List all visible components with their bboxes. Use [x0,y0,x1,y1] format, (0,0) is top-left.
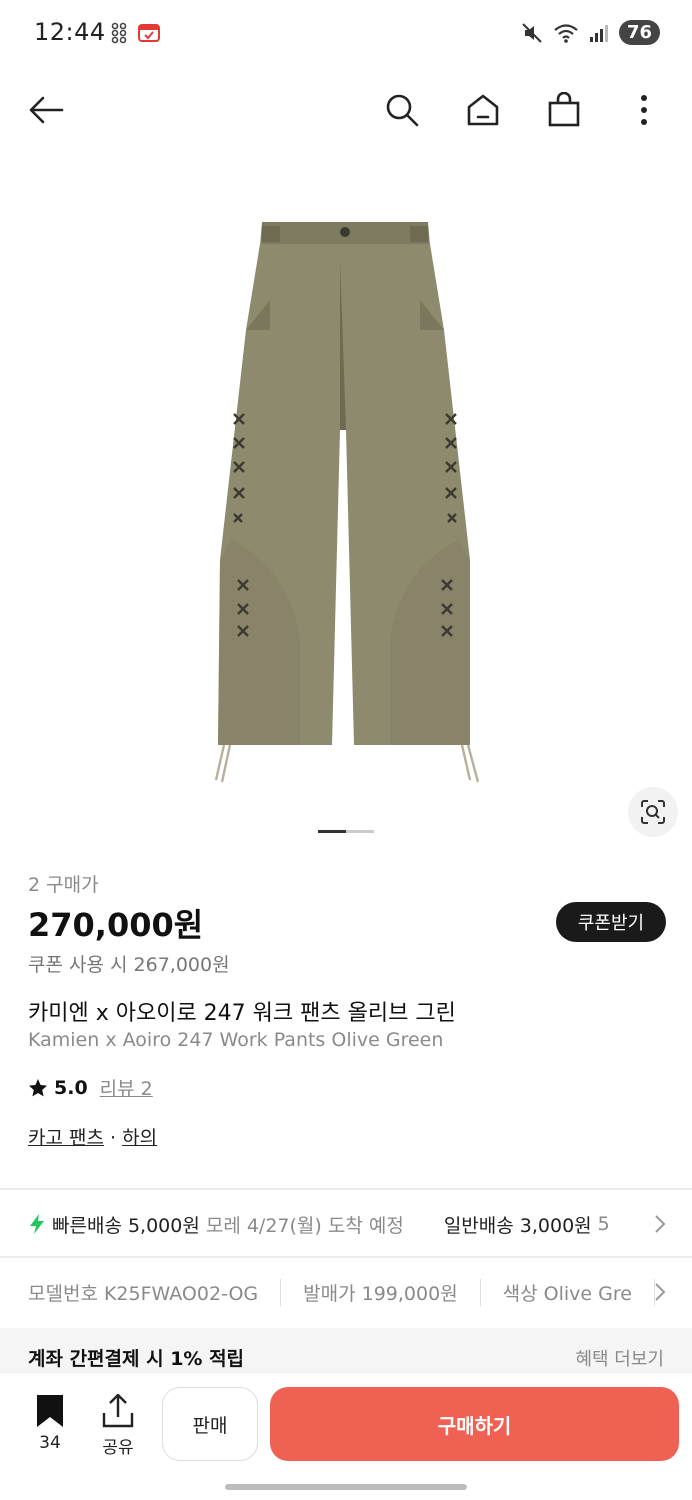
fast-shipping-label: 빠른배송 5,000원 [52,1214,200,1237]
bookmark-count: 34 [39,1433,61,1453]
cart-button[interactable] [540,86,588,134]
more-menu-button[interactable] [620,86,668,134]
sell-button[interactable]: 판매 [162,1387,258,1461]
carousel-dot-active [318,830,346,833]
lightning-bolt-icon [30,1214,44,1234]
product-price: 270,000원 [28,906,204,944]
home-indicator[interactable] [225,1484,467,1490]
image-search-button[interactable] [628,787,678,837]
spec-color: 색상 Olive Gre [481,1278,655,1306]
rating-value: 5.0 [54,1076,88,1099]
coupon-price: 쿠폰 사용 시 267,000원 [28,954,230,976]
purchase-count: 2 구매가 [28,874,99,896]
more-vertical-icon [641,95,647,125]
share-button[interactable]: 공유 [92,1393,144,1463]
product-specs[interactable]: 모델번호 K25FWAO02-OG 발매가 199,000원 색상 Olive … [0,1258,692,1326]
spec-model-number: 모델번호 K25FWAO02-OG [0,1278,282,1306]
normal-shipping-label: 일반배송 3,000원 [443,1214,592,1237]
search-button[interactable] [378,86,426,134]
category-breadcrumb: 카고 팬츠 · 하의 [28,1123,157,1150]
spec-release-price: 발매가 199,000원 [281,1278,481,1306]
product-image[interactable] [0,150,692,840]
bookmark-icon [37,1395,63,1427]
app-notification-icon [111,22,127,44]
star-icon [29,1078,47,1096]
benefit-title: 계좌 간편결제 시 1% 적립 [28,1348,245,1370]
lens-search-icon [641,800,665,824]
shopping-bag-icon [548,92,580,127]
status-time: 12:44 [34,18,106,46]
category-link-cargo-pants[interactable]: 카고 팬츠 [28,1127,104,1149]
home-icon [467,94,499,126]
top-nav [0,70,692,150]
rating-row: 5.0 리뷰 2 [28,1074,153,1101]
status-bar: 12:44 76 [0,0,692,70]
buy-button[interactable]: 구매하기 [270,1387,679,1461]
carousel-dot [346,830,374,833]
review-link[interactable]: 리뷰 2 [100,1074,153,1101]
get-coupon-button[interactable]: 쿠폰받기 [556,902,666,942]
section-divider [0,1188,692,1190]
category-separator: · [103,1127,123,1149]
normal-shipping-eta: 5 [597,1213,610,1235]
product-title-english: Kamien x Aoiro 247 Work Pants Olive Gree… [28,1029,444,1051]
signal-icon [589,24,608,42]
share-label: 공유 [102,1438,134,1458]
image-carousel-indicator [318,830,374,833]
search-icon [386,94,419,127]
back-button[interactable] [22,86,70,134]
pants-image [214,222,480,783]
category-link-bottoms[interactable]: 하의 [122,1127,157,1149]
shipping-options[interactable]: 빠른배송 5,000원 모레 4/27(월) 도착 예정 일반배송 3,000원… [0,1192,692,1256]
chevron-right-icon [655,1283,666,1301]
benefit-more-link[interactable]: 혜택 더보기 [575,1345,664,1371]
bookmark-button[interactable]: 34 [24,1393,76,1463]
home-button[interactable] [459,86,507,134]
chevron-right-icon [655,1215,666,1233]
back-arrow-icon [29,96,64,124]
wifi-icon [554,23,578,43]
product-title-korean: 카미엔 x 아오이로 247 워크 팬츠 올리브 그린 [28,1001,456,1026]
share-icon [102,1393,134,1428]
mute-icon [522,22,542,43]
bottom-action-bar: 34 공유 판매 구매하기 [0,1372,692,1500]
calendar-notification-icon [138,24,160,42]
benefit-banner[interactable]: 계좌 간편결제 시 1% 적립 혜택 더보기 [0,1328,692,1378]
fast-shipping-eta: 모레 4/27(월) 도착 예정 [205,1214,404,1237]
battery-indicator: 76 [618,20,660,45]
